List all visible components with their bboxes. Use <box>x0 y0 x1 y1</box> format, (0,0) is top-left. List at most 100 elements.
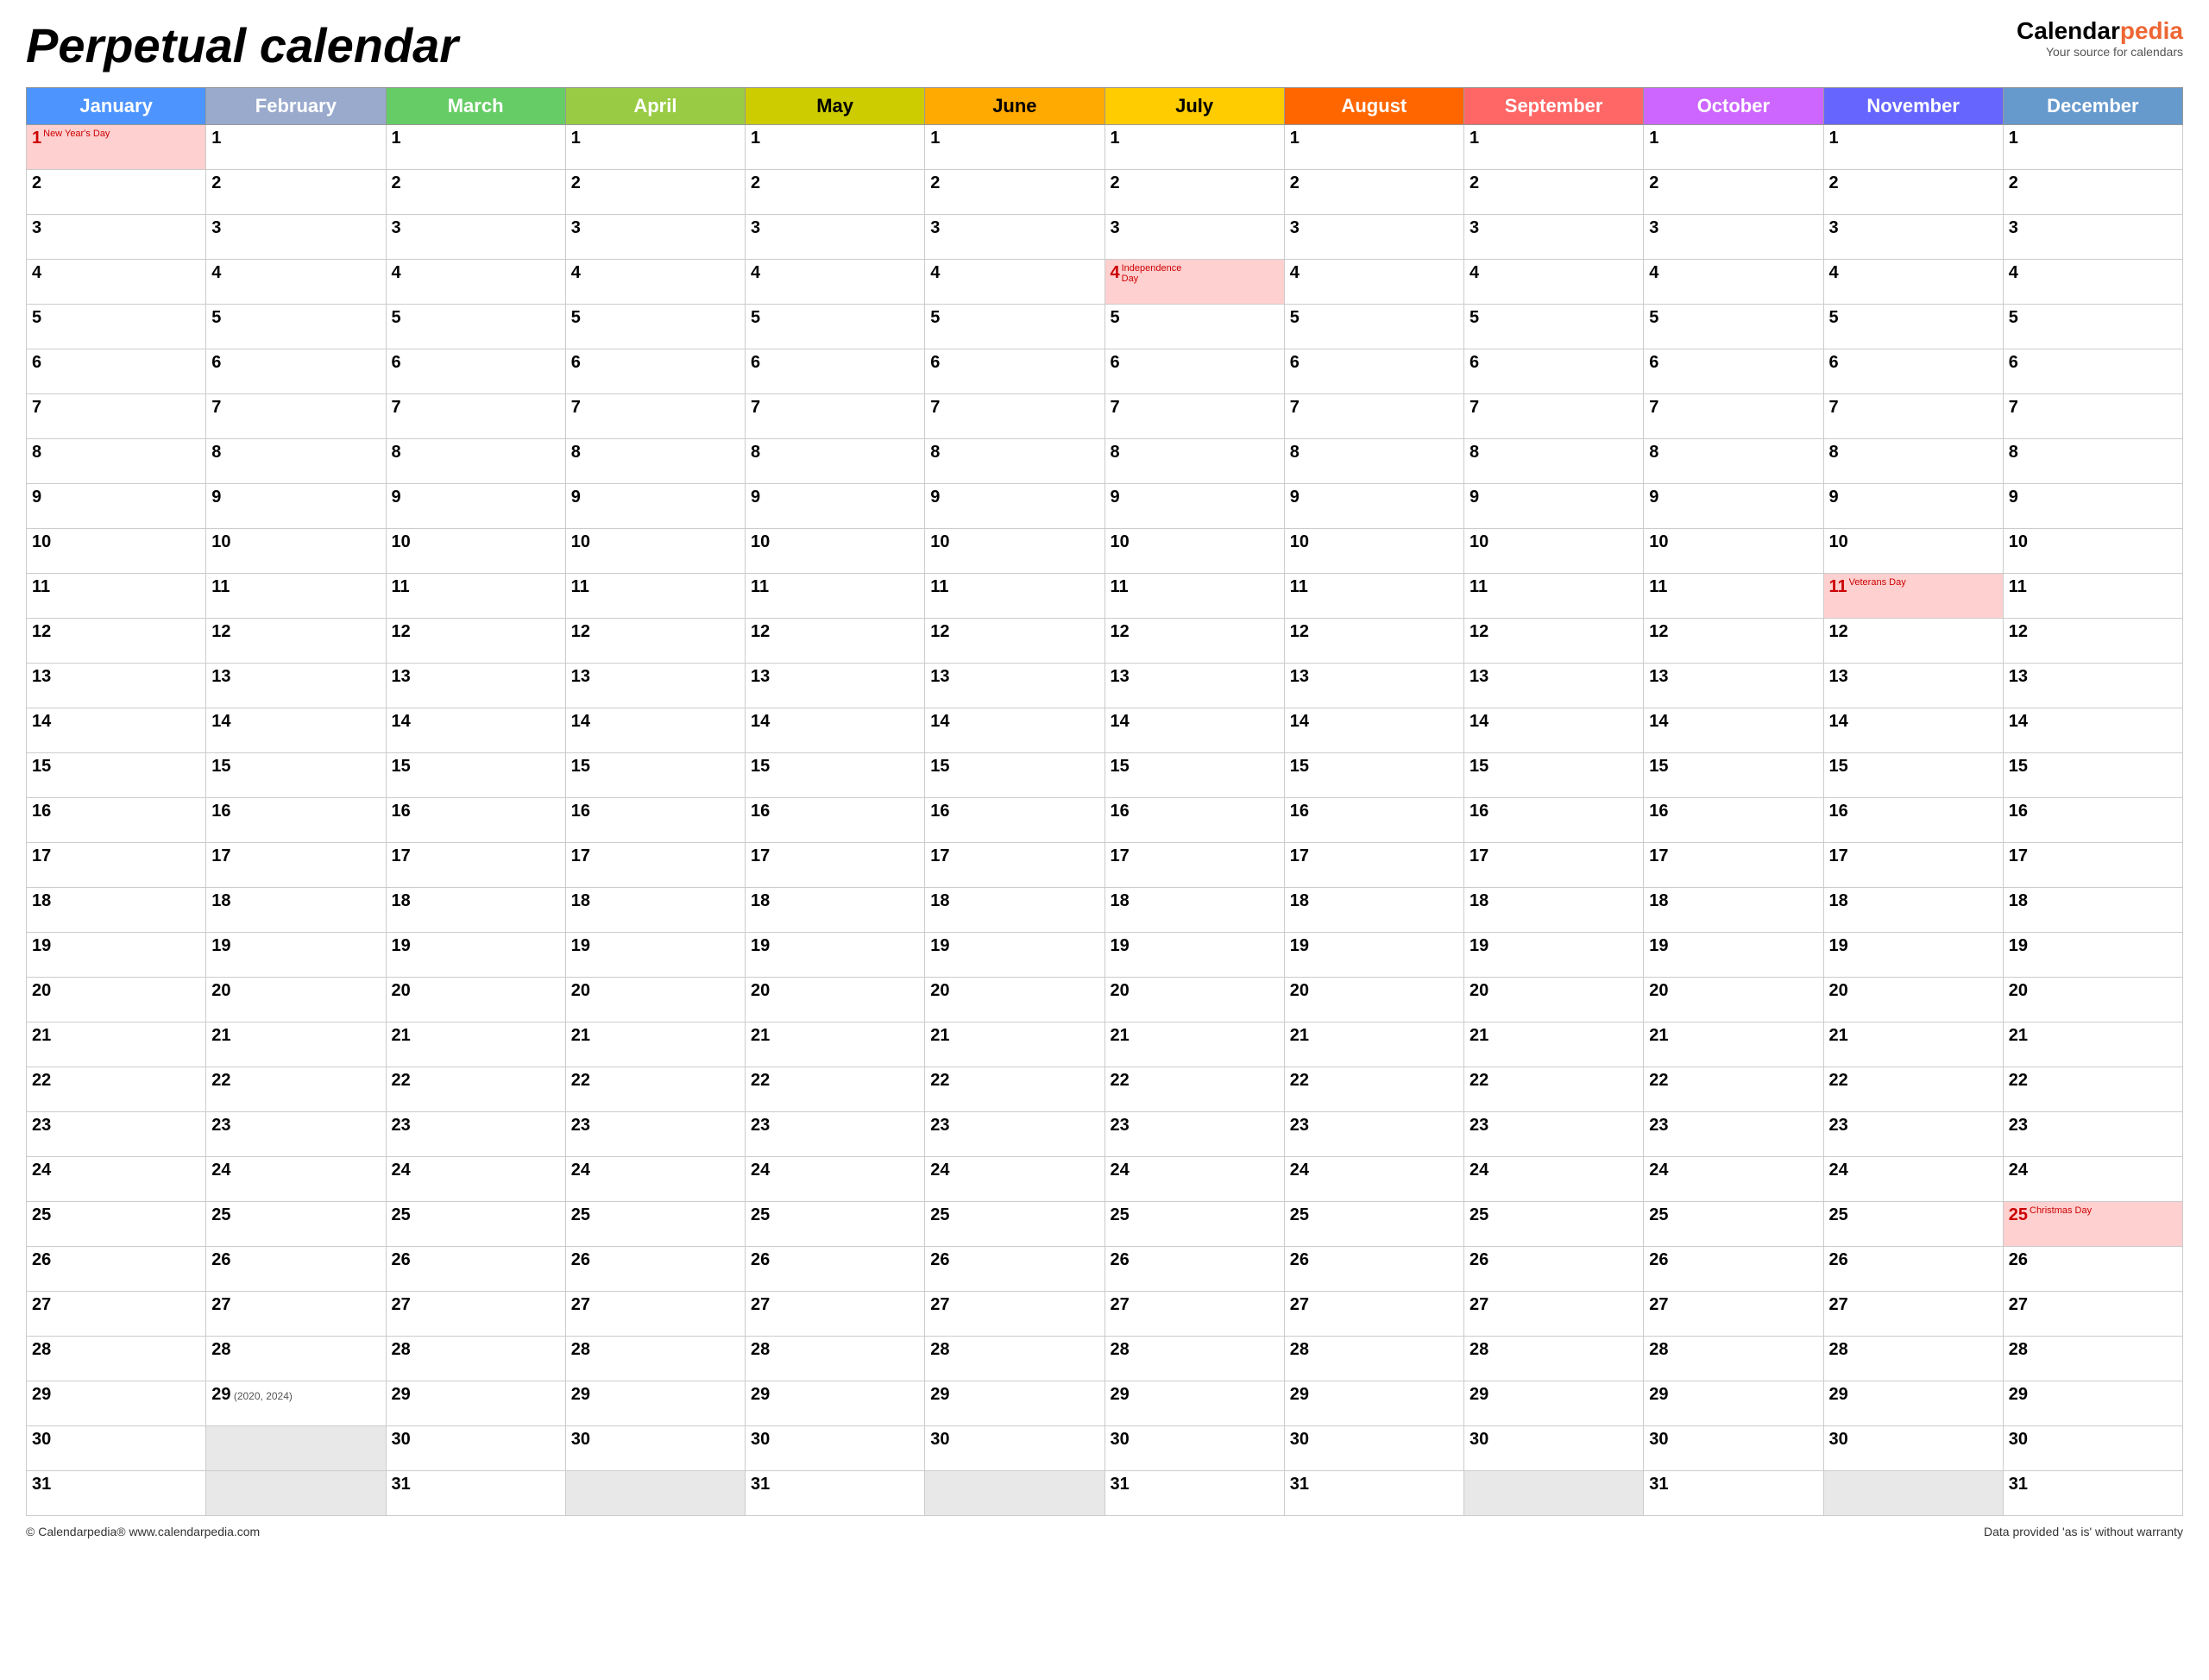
day-number: 15 <box>211 757 230 776</box>
calendar-cell: 25 <box>386 1202 565 1247</box>
day-number: 14 <box>751 712 770 731</box>
calendar-cell: 20 <box>1284 978 1463 1022</box>
col-may: May <box>746 88 925 125</box>
day-number: 6 <box>1111 353 1120 372</box>
day-number: 14 <box>211 712 230 731</box>
day-number: 17 <box>32 846 51 865</box>
day-number: 21 <box>32 1026 51 1045</box>
day-number: 17 <box>930 846 949 865</box>
table-row: 222222222222222222222222 <box>27 1067 2183 1112</box>
calendar-cell: 30 <box>1464 1426 1644 1471</box>
calendar-cell: 4 <box>386 260 565 305</box>
day-number: 24 <box>1111 1161 1130 1180</box>
calendar-cell: 31 <box>2003 1471 2182 1516</box>
day-number: 24 <box>571 1161 590 1180</box>
day-number: 1 <box>1470 129 1479 148</box>
day-number: 19 <box>930 936 949 955</box>
day-number: 23 <box>930 1116 949 1135</box>
day-number: 19 <box>1290 936 1309 955</box>
day-number: 6 <box>1649 353 1658 372</box>
calendar-cell: 14 <box>746 708 925 753</box>
day-number: 11 <box>211 577 230 596</box>
day-number: 15 <box>1290 757 1309 776</box>
day-number: 18 <box>930 891 949 910</box>
day-number: 22 <box>1649 1071 1668 1090</box>
table-row: 4444444Independence Day44444 <box>27 260 2183 305</box>
day-number: 21 <box>1290 1026 1309 1045</box>
day-number: 13 <box>1470 667 1488 686</box>
calendar-cell: 31 <box>746 1471 925 1516</box>
calendar-cell: 29 <box>925 1381 1104 1426</box>
calendar-cell: 17 <box>2003 843 2182 888</box>
calendar-cell: 19 <box>1284 933 1463 978</box>
calendar-cell: 16 <box>1284 798 1463 843</box>
calendar-cell: 14 <box>1644 708 1823 753</box>
calendar-cell: 27 <box>1644 1292 1823 1337</box>
day-number: 13 <box>1829 667 1848 686</box>
day-number: 11 <box>1111 577 1129 596</box>
table-row: 282828282828282828282828 <box>27 1337 2183 1381</box>
calendar-cell: 3 <box>1464 215 1644 260</box>
calendar-cell: 6 <box>386 349 565 394</box>
day-number: 20 <box>1649 981 1668 1000</box>
day-number: 30 <box>1470 1430 1488 1449</box>
day-number: 10 <box>32 532 51 551</box>
calendar-cell: 5 <box>1284 305 1463 349</box>
day-number: 25 <box>2009 1205 2028 1225</box>
day-number: 1 <box>571 129 581 148</box>
calendar-cell <box>925 1471 1104 1516</box>
day-number: 21 <box>1470 1026 1488 1045</box>
calendar-cell: 1 <box>206 125 386 170</box>
calendar-cell: 24 <box>1284 1157 1463 1202</box>
day-number: 27 <box>1111 1295 1130 1314</box>
day-number: 1 <box>1649 129 1658 148</box>
calendar-cell: 26 <box>27 1247 206 1292</box>
day-number: 13 <box>1290 667 1309 686</box>
day-number: 23 <box>1290 1116 1309 1135</box>
calendar-cell: 17 <box>1644 843 1823 888</box>
calendar-cell: 17 <box>1104 843 1284 888</box>
day-number: 13 <box>751 667 770 686</box>
calendar-cell: 21 <box>386 1022 565 1067</box>
day-number: 7 <box>571 398 581 417</box>
calendar-cell: 23 <box>1284 1112 1463 1157</box>
table-row: 3030303030303030303030 <box>27 1426 2183 1471</box>
day-number: 12 <box>392 622 411 641</box>
day-number: 8 <box>751 443 760 462</box>
calendar-cell: 24 <box>925 1157 1104 1202</box>
calendar-cell: 11 <box>206 574 386 619</box>
calendar-cell: 25 <box>1644 1202 1823 1247</box>
calendar-cell: 22 <box>386 1067 565 1112</box>
day-number: 16 <box>1290 802 1309 821</box>
day-number: 30 <box>1290 1430 1309 1449</box>
day-number: 20 <box>571 981 590 1000</box>
calendar-cell: 15 <box>2003 753 2182 798</box>
col-jun: June <box>925 88 1104 125</box>
day-number: 8 <box>392 443 401 462</box>
calendar-cell: 6 <box>206 349 386 394</box>
calendar-cell: 22 <box>1823 1067 2003 1112</box>
day-number: 17 <box>1829 846 1848 865</box>
calendar-cell: 22 <box>206 1067 386 1112</box>
calendar-cell: 20 <box>565 978 745 1022</box>
day-number: 2 <box>1829 173 1839 192</box>
day-number: 9 <box>392 488 401 507</box>
calendar-cell: 24 <box>1823 1157 2003 1202</box>
calendar-cell: 6 <box>1104 349 1284 394</box>
day-number: 8 <box>32 443 41 462</box>
day-number: 23 <box>1829 1116 1848 1135</box>
calendar-cell: 2 <box>746 170 925 215</box>
calendar-cell: 9 <box>27 484 206 529</box>
day-number: 13 <box>32 667 51 686</box>
table-row: 272727272727272727272727 <box>27 1292 2183 1337</box>
day-number: 9 <box>1111 488 1120 507</box>
calendar-cell: 21 <box>565 1022 745 1067</box>
day-number: 21 <box>211 1026 230 1045</box>
day-number: 9 <box>32 488 41 507</box>
calendar-cell: 31 <box>1644 1471 1823 1516</box>
calendar-cell: 23 <box>386 1112 565 1157</box>
day-number: 12 <box>571 622 590 641</box>
day-number: 7 <box>930 398 940 417</box>
day-number: 4 <box>1111 263 1120 283</box>
day-number: 5 <box>211 308 221 327</box>
